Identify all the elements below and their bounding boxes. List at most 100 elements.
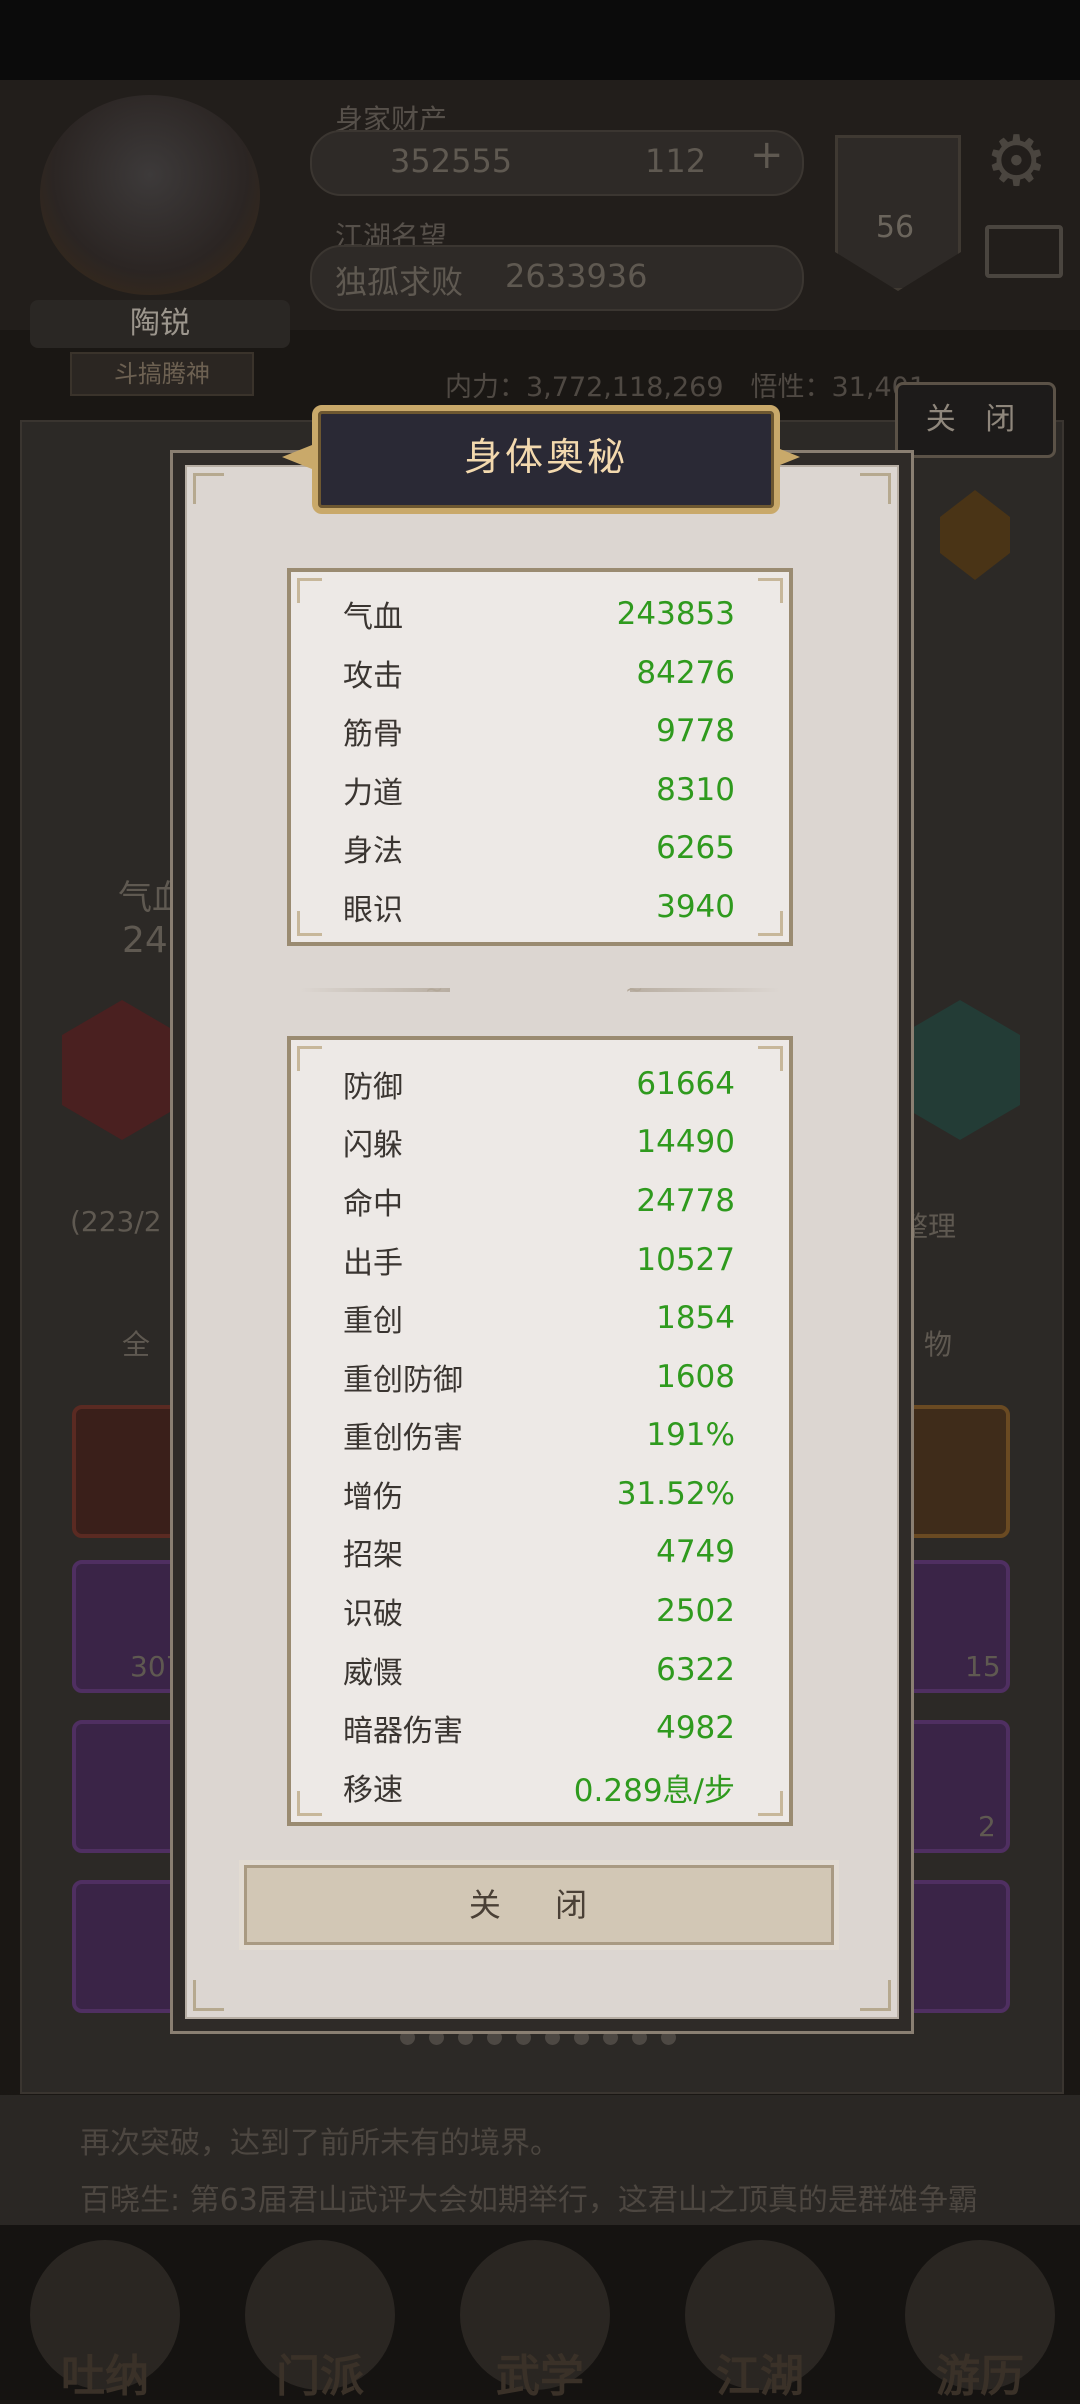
nav-label: 江湖: [716, 2351, 804, 2402]
stat-value: 61664: [636, 1066, 735, 1102]
corner-ornament: [758, 578, 783, 603]
corner-ornament: [860, 1980, 891, 2011]
stat-row-critical: 重创 1854: [343, 1289, 735, 1347]
stat-value: 1854: [656, 1300, 735, 1336]
stat-value: 3940: [656, 889, 735, 925]
corner-ornament: [297, 911, 322, 936]
close-button[interactable]: 关 闭: [244, 1865, 834, 1945]
stat-label: 气血: [343, 600, 403, 635]
status-bar: [0, 0, 1080, 80]
mail-icon[interactable]: [985, 225, 1063, 278]
stat-row-attack: 攻击 84276: [343, 644, 735, 702]
stat-label: 重创防御: [343, 1363, 463, 1398]
player-name: 陶锐: [30, 300, 290, 348]
stat-label: 命中: [343, 1187, 403, 1222]
filter-items-tab[interactable]: 物: [924, 1323, 952, 1363]
stat-label: 招架: [343, 1538, 403, 1573]
corner-ornament: [297, 1791, 322, 1816]
background-close-button[interactable]: 关 闭: [895, 382, 1056, 458]
silver-amount: 352555: [390, 142, 513, 180]
stat-row-critical-defense: 重创防御 1608: [343, 1348, 735, 1406]
stat-value: 24778: [636, 1183, 735, 1219]
add-currency-button[interactable]: +: [750, 132, 784, 178]
currency-bar: [310, 130, 804, 196]
filter-all-tab[interactable]: 全: [122, 1323, 150, 1363]
stat-value: 243853: [616, 596, 735, 632]
stat-label: 增伤: [343, 1480, 403, 1515]
stat-row-strength: 力道 8310: [343, 761, 735, 819]
gear-icon[interactable]: ⚙: [985, 120, 1048, 202]
hp-short-value: 24: [122, 920, 168, 961]
power-stats-line: 内力：3,772,118,269 悟性：31,401: [445, 372, 927, 403]
stat-row-defense: 防御 61664: [343, 1055, 735, 1113]
stat-row-move-speed: 移速 0.289息/步: [343, 1758, 735, 1816]
corner-ornament: [758, 911, 783, 936]
stat-row-hp: 气血 243853: [343, 585, 735, 643]
stat-label: 重创: [343, 1304, 403, 1339]
stat-label: 防御: [343, 1070, 403, 1105]
section-divider: [630, 988, 780, 992]
player-avatar[interactable]: [40, 95, 260, 295]
fame-value: 2633936: [505, 257, 648, 295]
stat-value: 8310: [656, 772, 735, 808]
stat-value: 9778: [656, 713, 735, 749]
stat-row-hidden-weapon-damage: 暗器伤害 4982: [343, 1699, 735, 1757]
stat-row-parry: 招架 4749: [343, 1523, 735, 1581]
stat-label: 筋骨: [343, 717, 403, 752]
corner-ornament: [193, 473, 224, 504]
stat-label: 身法: [343, 834, 403, 869]
stat-row-critical-damage: 重创伤害 191%: [343, 1406, 735, 1464]
nav-label: 吐纳: [61, 2351, 149, 2402]
stat-value: 191%: [646, 1417, 735, 1453]
corner-ornament: [758, 1046, 783, 1071]
stat-row-initiative: 出手 10527: [343, 1231, 735, 1289]
stat-value: 2502: [656, 1593, 735, 1629]
stat-value: 14490: [636, 1124, 735, 1160]
news-line: 百晓生: 第63届君山武评大会如期举行，这君山之顶真的是群雄争霸: [80, 2183, 978, 2218]
stat-label: 重创伤害: [343, 1421, 463, 1456]
stat-value: 1608: [656, 1359, 735, 1395]
corner-ornament: [758, 1791, 783, 1816]
nav-label: 武学: [496, 2351, 584, 2402]
stat-label: 眼识: [343, 893, 403, 928]
stat-label: 闪躲: [343, 1128, 403, 1163]
stat-value: 84276: [636, 655, 735, 691]
primary-stats-box: 气血 243853 攻击 84276 筋骨 9778 力道 8310 身法 62…: [287, 568, 793, 946]
divider-ornament: ~: [625, 978, 644, 1003]
jade-amount: 112: [645, 142, 707, 180]
news-line: 再次突破，达到了前所未有的境界。: [80, 2126, 560, 2161]
dialog-title: 身体奥秘: [463, 435, 628, 479]
corner-ornament: [297, 1046, 322, 1071]
stat-label: 威慑: [343, 1656, 403, 1691]
stat-label: 移速: [343, 1773, 403, 1808]
stat-row-perception: 识破 2502: [343, 1582, 735, 1640]
stat-row-damage-bonus: 增伤 31.52%: [343, 1465, 735, 1523]
slot-count: 2: [978, 1810, 996, 1843]
nav-label: 门派: [276, 2351, 364, 2402]
stat-label: 力道: [343, 776, 403, 811]
stat-value: 4749: [656, 1534, 735, 1570]
stat-value: 10527: [636, 1242, 735, 1278]
stat-label: 识破: [343, 1597, 403, 1632]
stat-value: 31.52%: [616, 1476, 735, 1512]
corner-ornament: [193, 1980, 224, 2011]
stat-row-constitution: 筋骨 9778: [343, 702, 735, 760]
stat-row-intimidation: 威慑 6322: [343, 1641, 735, 1699]
stat-row-dodge: 闪躲 14490: [343, 1113, 735, 1171]
nav-label: 游历: [936, 2351, 1024, 2402]
stat-value: 4982: [656, 1710, 735, 1746]
stat-row-agility: 身法 6265: [343, 819, 735, 877]
player-title: 斗搞腾神: [70, 352, 254, 396]
corner-ornament: [297, 578, 322, 603]
fame-rank: 独孤求败: [335, 263, 464, 301]
level-number: 56: [875, 210, 915, 245]
stat-row-insight: 眼识 3940: [343, 878, 735, 936]
divider-ornament: ~: [425, 978, 444, 1003]
slot-count: 15: [965, 1650, 1001, 1683]
stat-row-accuracy: 命中 24778: [343, 1172, 735, 1230]
stat-value: 6265: [656, 830, 735, 866]
stat-label: 出手: [343, 1246, 403, 1281]
stat-value: 6322: [656, 1652, 735, 1688]
secondary-stats-box: 防御 61664 闪躲 14490 命中 24778 出手 10527 重创 1…: [287, 1036, 793, 1826]
stat-label: 攻击: [343, 659, 403, 694]
